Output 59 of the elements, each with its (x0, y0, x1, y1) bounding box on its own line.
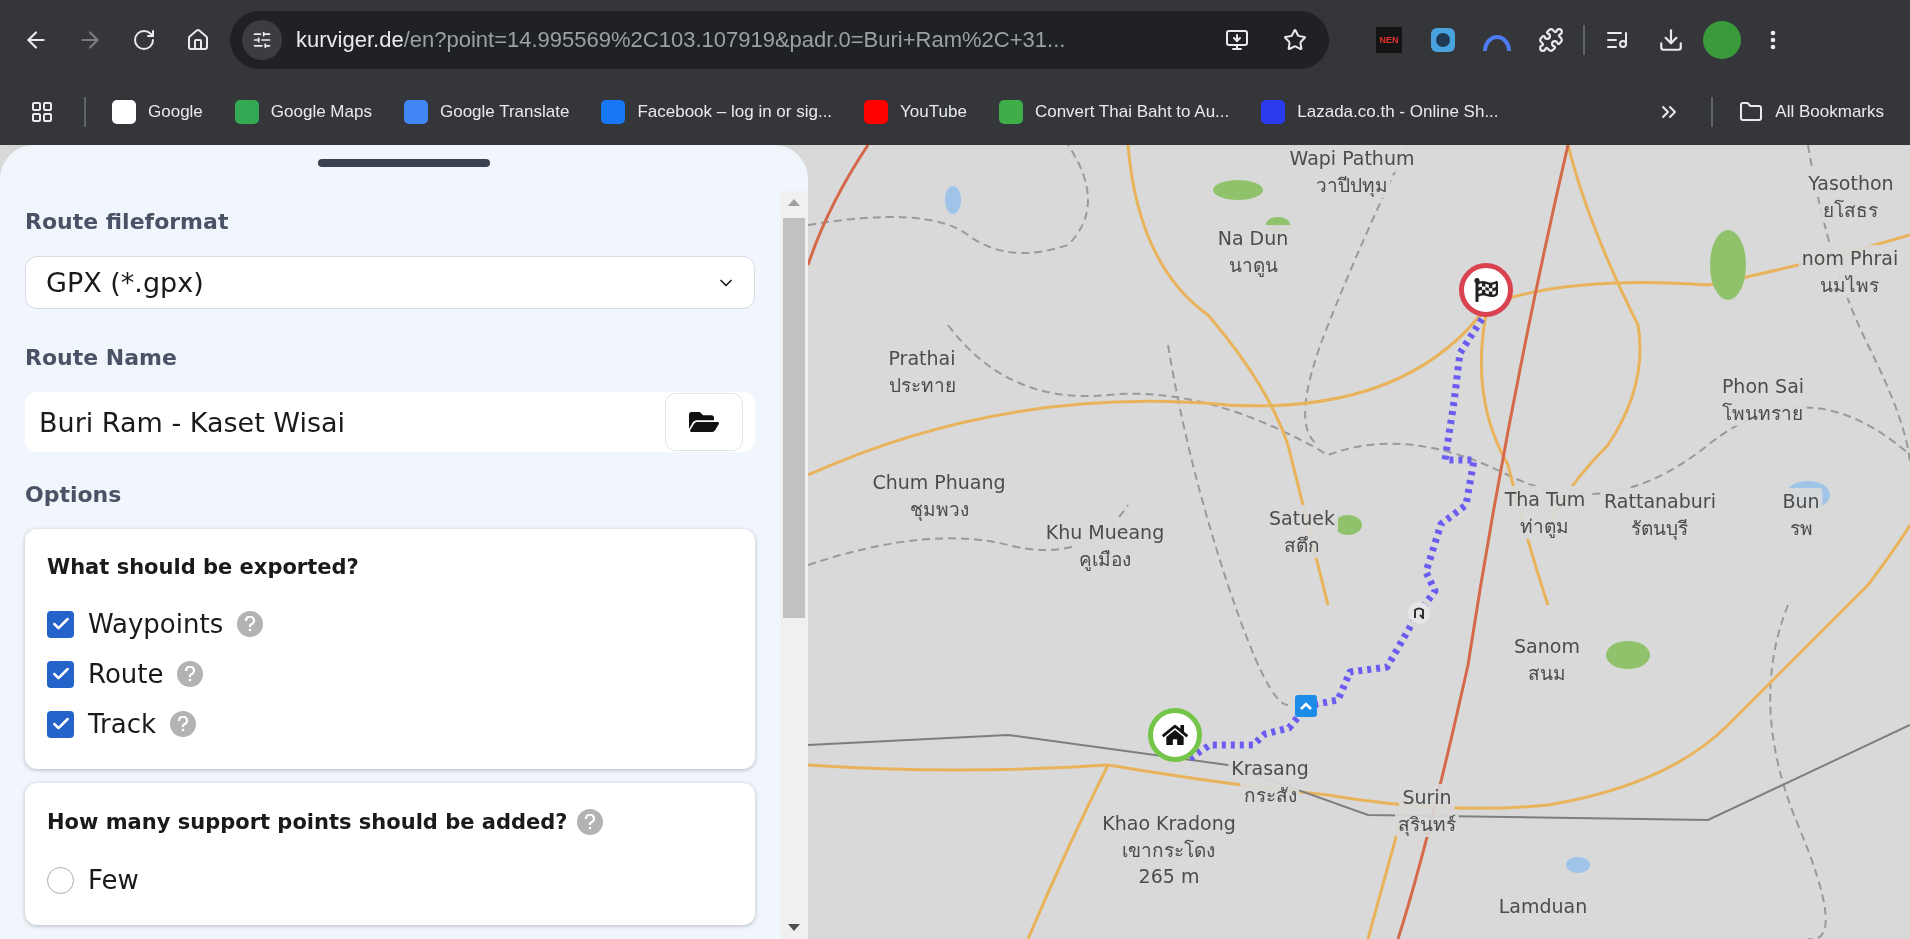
bookmark-link[interactable]: Convert Thai Baht to Au... (992, 96, 1236, 128)
bookmark-link[interactable]: Lazada.co.th - Online Sh... (1255, 96, 1505, 128)
url-text: kurviger.de/en?point=14.995569%2C103.107919&padr.0=Buri+Ram%2C+31... (296, 26, 1067, 53)
place-label: โพนทราย (1719, 399, 1807, 427)
bookmark-link[interactable]: Facebook – log in or sig... (595, 96, 839, 128)
scroll-down-icon[interactable] (788, 924, 800, 931)
scrollbar-thumb[interactable] (783, 218, 805, 618)
extension-button[interactable]: NEN (1367, 17, 1411, 62)
drag-handle[interactable] (318, 159, 490, 167)
puzzle-icon (1538, 26, 1564, 53)
bookmark-link[interactable]: Google (106, 96, 209, 128)
favicon-icon (864, 100, 889, 124)
favicon-icon (403, 100, 428, 124)
favicon-icon (1261, 100, 1286, 124)
favicon-icon (998, 100, 1023, 124)
checkbox-label: Route (88, 659, 164, 689)
place-label: Surin (1399, 784, 1455, 811)
address-bar[interactable]: kurviger.de/en?point=14.995569%2C103.107919&padr.0=Buri+Ram%2C+31... (230, 10, 1329, 69)
checkered-flag-icon (1474, 278, 1498, 302)
grid-icon (30, 100, 54, 124)
card-title: How many support points should be added? (47, 810, 568, 834)
checkbox[interactable] (47, 660, 74, 688)
turn-sign-icon (1295, 695, 1317, 717)
bookmark-link[interactable]: Google Translate (397, 96, 576, 128)
favicon-icon (112, 100, 136, 124)
radio-button[interactable] (47, 866, 74, 894)
sliders-icon (252, 29, 272, 50)
menu-icon (1770, 29, 1776, 50)
site-info-button[interactable] (242, 19, 282, 60)
reload-icon (132, 27, 156, 52)
checkbox-label: Track (88, 709, 157, 739)
checkbox[interactable] (47, 710, 74, 738)
card-title: What should be exported? (47, 555, 359, 579)
all-bookmarks-button[interactable]: All Bookmarks (1733, 96, 1890, 128)
route-name-value: Buri Ram - Kaset Wisai (39, 406, 346, 438)
bookmark-link[interactable]: YouTube (858, 96, 973, 128)
download-icon (1658, 26, 1684, 53)
place-label: Tha Tum (1501, 486, 1589, 513)
section-heading: Options (25, 482, 123, 507)
radio-label: Few (88, 865, 139, 895)
open-folder-button[interactable] (665, 393, 743, 452)
folder-icon (1739, 100, 1764, 124)
scrollbar[interactable] (780, 191, 808, 939)
profile-avatar[interactable] (1703, 20, 1741, 59)
home-icon (186, 27, 210, 52)
section-heading: Route fileformat (25, 209, 230, 234)
house-icon (1162, 722, 1188, 748)
section-heading: Route Name (25, 345, 178, 371)
checkbox[interactable] (47, 610, 74, 638)
star-icon (1283, 27, 1307, 52)
favicon-icon (234, 100, 259, 124)
route-name-field[interactable]: Buri Ram - Kaset Wisai (25, 392, 755, 452)
format-select[interactable]: GPX (*.gpx) (25, 256, 755, 310)
monitor-download-icon (1225, 27, 1249, 52)
favicon-icon (601, 100, 626, 124)
checkbox-label: Waypoints (88, 609, 224, 639)
bookmark-link[interactable]: Google Maps (228, 96, 378, 128)
place-label: สุรินทร์ (1395, 810, 1459, 838)
round-badge-icon (1430, 26, 1456, 53)
